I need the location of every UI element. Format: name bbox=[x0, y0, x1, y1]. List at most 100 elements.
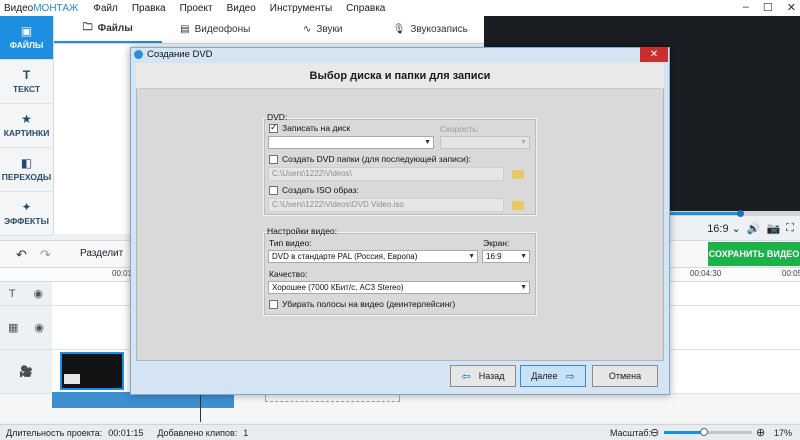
chevron-down-icon: ▼ bbox=[520, 253, 527, 260]
arrow-right-icon: ⇨ bbox=[565, 370, 575, 383]
video-type-select[interactable]: DVD в стандарте PAL (Россия, Европа) ▼ bbox=[268, 250, 478, 263]
star-icon: ★ bbox=[21, 112, 32, 126]
back-button[interactable]: ⇦ Назад bbox=[450, 365, 516, 387]
close-icon: ✕ bbox=[649, 49, 659, 60]
zoom-slider-handle[interactable] bbox=[699, 428, 708, 436]
cancel-button[interactable]: Отмена bbox=[592, 365, 658, 387]
seek-handle[interactable] bbox=[737, 210, 744, 217]
screen-label: Экран: bbox=[483, 238, 510, 248]
zoom-slider-fill bbox=[664, 431, 704, 434]
iso-path[interactable]: C:\Users\1222\Videos\DVD Video.iso bbox=[268, 198, 504, 212]
split-button[interactable]: Разделит bbox=[80, 248, 123, 259]
dialog-close-button[interactable]: ✕ bbox=[640, 47, 668, 62]
dialog-title: Создание DVD bbox=[147, 49, 213, 60]
deinterlace-checkbox[interactable] bbox=[269, 300, 278, 309]
speed-label: Скорость: bbox=[440, 124, 480, 134]
video-clip[interactable] bbox=[60, 352, 124, 390]
speed-select[interactable]: ▼ bbox=[440, 136, 530, 149]
sidebar-item-label: ЭФФЕКТЫ bbox=[4, 216, 49, 226]
eye-icon[interactable]: ◉ bbox=[33, 287, 43, 300]
tab-files[interactable]: 🗀 Файлы bbox=[54, 16, 162, 43]
zoom-slider-track[interactable] bbox=[703, 431, 752, 434]
sidebar-item-images[interactable]: ★ КАРТИНКИ bbox=[0, 104, 53, 148]
drive-select[interactable]: ▼ bbox=[268, 136, 434, 149]
burn-to-disc-label: Записать на диск bbox=[282, 123, 351, 133]
browse-folder-icon[interactable] bbox=[512, 201, 524, 210]
next-button[interactable]: Далее ⇨ bbox=[520, 365, 586, 387]
menu-file[interactable]: Файл bbox=[86, 3, 125, 14]
zoom-value: 17% bbox=[774, 428, 793, 438]
screen-select[interactable]: 16:9 ▼ bbox=[482, 250, 530, 263]
minimize-icon[interactable]: – bbox=[743, 1, 749, 14]
aspect-selector[interactable]: 16:9 ⌄ bbox=[707, 222, 741, 235]
sidebar-item-effects[interactable]: ✦ ЭФФЕКТЫ bbox=[0, 192, 53, 236]
duration-label: Длительность проекта: bbox=[6, 427, 103, 438]
camera-icon[interactable]: 📷 bbox=[767, 222, 781, 235]
sidebar-item-label: ФАЙЛЫ bbox=[9, 40, 44, 50]
video-type-label: Тип видео: bbox=[269, 238, 312, 248]
sidebar-item-files[interactable]: ▣ ФАЙЛЫ bbox=[0, 16, 53, 60]
ruler-label: 00:05 bbox=[782, 269, 800, 278]
create-dvd-folder-checkbox[interactable] bbox=[269, 155, 278, 164]
background-icon: ▤ bbox=[180, 24, 190, 35]
zoom-out-icon[interactable]: ⊖ bbox=[650, 426, 659, 439]
microphone-icon: 🎙 bbox=[392, 24, 406, 35]
create-iso-label: Создать ISO образ: bbox=[282, 185, 359, 195]
sidebar-item-transitions[interactable]: ◧ ПЕРЕХОДЫ bbox=[0, 148, 53, 192]
sidebar-item-text[interactable]: T ТЕКСТ bbox=[0, 60, 53, 104]
menu-help[interactable]: Справка bbox=[339, 3, 392, 14]
dialog-titlebar[interactable]: Создание DVD bbox=[130, 47, 670, 62]
chevron-down-icon: ▼ bbox=[520, 139, 527, 146]
text-icon: T bbox=[22, 68, 31, 82]
sidebar-item-label: ТЕКСТ bbox=[12, 84, 41, 94]
undo-icon[interactable]: ↶ bbox=[16, 247, 27, 263]
transition-icon: ◧ bbox=[20, 156, 33, 170]
zoom-in-icon[interactable]: ⊕ bbox=[756, 426, 765, 439]
video-settings-label: Настройки видео: bbox=[267, 226, 338, 236]
menu-tools[interactable]: Инструменты bbox=[263, 3, 339, 14]
text-track-header: T ◉ bbox=[0, 282, 52, 306]
quality-label: Качество: bbox=[269, 269, 308, 279]
quality-select[interactable]: Хорошее (7000 КБит/с, AC3 Stereo) ▼ bbox=[268, 281, 530, 294]
menu-project[interactable]: Проект bbox=[173, 3, 220, 14]
check-icon: ✓ bbox=[270, 122, 278, 132]
app-logo: ВидеоМОНТАЖ bbox=[4, 2, 79, 14]
deinterlace-label: Убирать полосы на видео (деинтерлейсинг) bbox=[282, 299, 456, 309]
create-dvd-folder-label: Создать DVD папки (для последующей запис… bbox=[282, 154, 472, 164]
chevron-down-icon: ⌄ bbox=[731, 222, 741, 235]
menu-video[interactable]: Видео bbox=[220, 3, 263, 14]
duration-value: 00:01:15 bbox=[108, 427, 144, 438]
menu-bar: ВидеоМОНТАЖ Файл Правка Проект Видео Инс… bbox=[0, 0, 800, 16]
clips-value: 1 bbox=[243, 427, 249, 438]
image-icon: ▣ bbox=[20, 24, 33, 38]
clips-label: Добавлено клипов: bbox=[157, 427, 238, 438]
zoom-label: Масштаб: bbox=[610, 428, 652, 438]
create-iso-checkbox[interactable] bbox=[269, 186, 278, 195]
fullscreen-icon[interactable]: ⛶ bbox=[786, 222, 794, 235]
folder-icon: 🗀 bbox=[82, 22, 93, 33]
close-icon[interactable]: ✕ bbox=[787, 1, 796, 14]
menu-edit[interactable]: Правка bbox=[125, 3, 173, 14]
sidebar-item-label: КАРТИНКИ bbox=[3, 128, 50, 138]
text-icon: T bbox=[8, 287, 16, 300]
overlay-track-header: ▦ ◉ bbox=[0, 306, 52, 350]
tab-recording[interactable]: 🎙 Звукозапись bbox=[377, 16, 485, 43]
tab-backgrounds[interactable]: ▤ Видеофоны bbox=[162, 16, 270, 43]
waveform-icon: ∿ bbox=[303, 24, 312, 35]
magic-wand-icon: ✦ bbox=[21, 200, 32, 214]
redo-icon[interactable]: ↷ bbox=[40, 247, 51, 263]
tab-sounds[interactable]: ∿ Звуки bbox=[269, 16, 377, 43]
dialog-heading: Выбор диска и папки для записи bbox=[136, 63, 664, 89]
library-tabs: 🗀 Файлы ▤ Видеофоны ∿ Звуки 🎙 Звукозапись bbox=[54, 16, 484, 44]
browse-folder-icon[interactable] bbox=[512, 170, 524, 179]
eye-icon[interactable]: ◉ bbox=[34, 321, 44, 334]
playhead[interactable] bbox=[200, 392, 201, 422]
volume-icon[interactable]: 🔊 bbox=[747, 222, 761, 235]
save-video-button[interactable]: СОХРАНИТЬ ВИДЕО bbox=[708, 242, 800, 266]
clip-thumbnail bbox=[64, 374, 80, 384]
app-icon bbox=[134, 50, 143, 59]
dvd-folder-path[interactable]: C:\Users\1222\Videos\ bbox=[268, 167, 504, 181]
sidebar: ▣ ФАЙЛЫ T ТЕКСТ ★ КАРТИНКИ ◧ ПЕРЕХОДЫ ✦ … bbox=[0, 16, 54, 236]
maximize-icon[interactable]: ☐ bbox=[763, 1, 773, 14]
window-controls: – ☐ ✕ bbox=[743, 1, 796, 14]
